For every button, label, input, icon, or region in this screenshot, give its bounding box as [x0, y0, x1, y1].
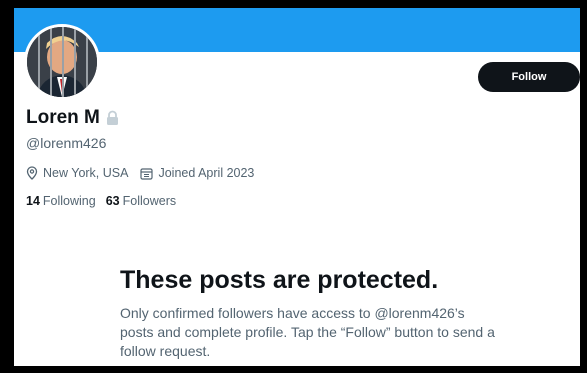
location-pin-icon: [26, 166, 38, 180]
profile-banner: [14, 8, 580, 52]
followers-link[interactable]: 63 Followers: [106, 194, 176, 208]
handle: @lorenm426: [26, 135, 107, 151]
follow-stats: 14 Following 63 Followers: [26, 194, 186, 208]
location: New York, USA: [26, 166, 128, 180]
display-name: Loren M: [26, 107, 100, 128]
name-row: Loren M: [26, 107, 119, 129]
following-link[interactable]: 14 Following: [26, 194, 96, 208]
avatar[interactable]: [24, 24, 100, 100]
joined-date: Joined April 2023: [140, 166, 254, 180]
followers-label: Followers: [122, 194, 177, 208]
following-label: Following: [42, 194, 96, 208]
following-count: 14: [26, 194, 40, 208]
location-text: New York, USA: [43, 166, 129, 180]
profile-page: Follow Loren M @lorenm426 New York, USA …: [14, 8, 580, 366]
lock-icon: [106, 110, 118, 125]
joined-text: Joined April 2023: [158, 166, 255, 180]
calendar-icon: [140, 167, 154, 180]
protected-description: Only confirmed followers have access to …: [120, 305, 495, 359]
profile-meta: New York, USA Joined April 2023: [26, 166, 266, 180]
follow-button[interactable]: Follow: [478, 62, 580, 92]
followers-count: 63: [105, 194, 120, 208]
protected-title: These posts are protected.: [120, 266, 439, 294]
